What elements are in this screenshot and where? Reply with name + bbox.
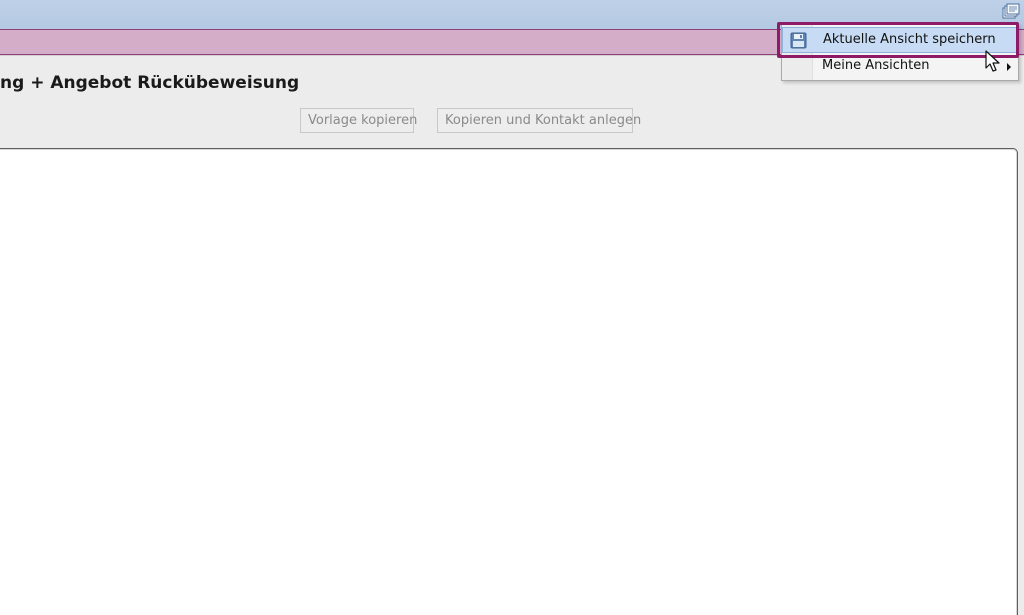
copy-and-create-contact-button[interactable]: Kopieren und Kontakt anlegen xyxy=(437,108,641,133)
my-views-label: Meine Ansichten xyxy=(822,58,930,73)
save-current-view-menu-item[interactable]: Aktuelle Ansicht speichern xyxy=(782,27,1018,53)
views-stack-icon[interactable] xyxy=(1002,3,1020,21)
save-disk-icon xyxy=(790,32,807,49)
save-current-view-label: Aktuelle Ansicht speichern xyxy=(823,32,996,47)
views-dropdown-menu: Aktuelle Ansicht speichern Meine Ansicht… xyxy=(781,23,1019,81)
content-panel xyxy=(0,148,1018,615)
copy-template-button[interactable]: Vorlage kopieren xyxy=(300,108,417,133)
mouse-cursor-icon xyxy=(985,50,1000,72)
my-views-menu-item[interactable]: Meine Ansichten xyxy=(782,54,1018,80)
chevron-right-icon xyxy=(1007,63,1011,71)
application-window: ng + Angebot Rückübeweisung Vorlage kopi… xyxy=(0,0,1024,615)
page-title: ng + Angebot Rückübeweisung xyxy=(0,73,300,93)
